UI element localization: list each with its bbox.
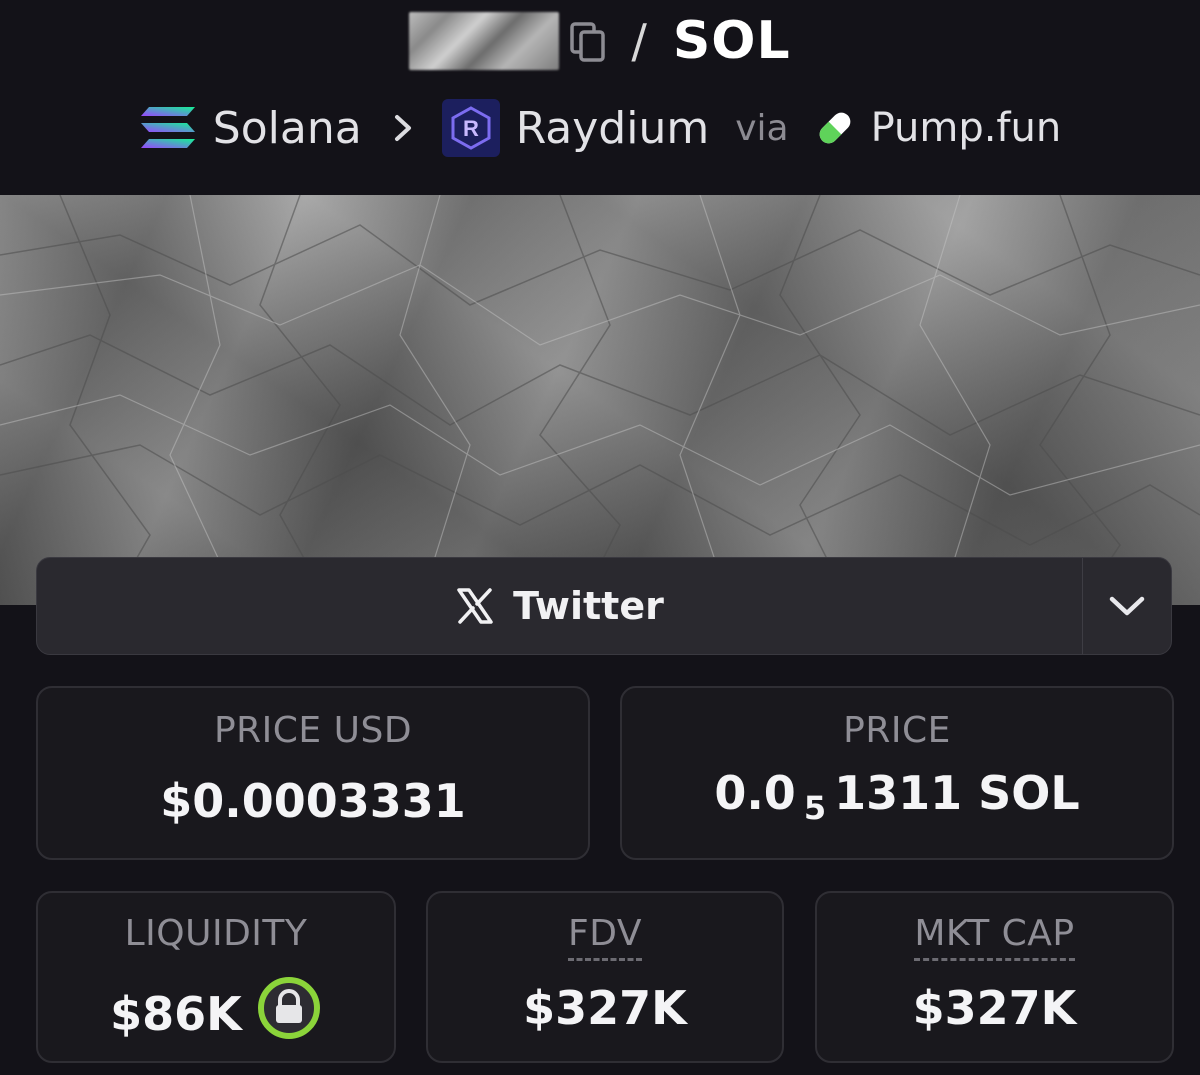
x-logo-icon [457, 588, 493, 624]
liquidity-card: LIQUIDITY $86K [36, 891, 396, 1063]
social-links-bar: Twitter [36, 557, 1172, 655]
token-name-redacted [409, 12, 560, 70]
solana-logo-icon [140, 107, 195, 148]
copy-icon[interactable] [565, 18, 611, 64]
token-page: / SOL Solana R Raydium via Pump.fun Twit… [0, 0, 1200, 1075]
launchpad-name[interactable]: Pump.fun [871, 105, 1062, 151]
fdv-label[interactable]: FDV [568, 913, 642, 961]
dex-name[interactable]: Raydium [516, 103, 710, 154]
liquidity-value: $86K [110, 987, 242, 1041]
chain-breadcrumb: Solana R Raydium via Pump.fun [0, 96, 1200, 160]
svg-text:R: R [463, 116, 479, 141]
via-label: via [735, 107, 789, 149]
lock-icon[interactable] [256, 975, 322, 1052]
token-banner-image [0, 195, 1200, 605]
price-native-card: PRICE 0.0 5 1311 SOL [620, 686, 1174, 860]
price-usd-card: PRICE USD $0.0003331 [36, 686, 590, 860]
social-dropdown-button[interactable] [1082, 558, 1171, 654]
price-prefix: 0.0 [714, 766, 796, 820]
pair-separator: / [631, 14, 647, 68]
token-header: / SOL Solana R Raydium via Pump.fun [0, 0, 1200, 195]
mktcap-value: $327K [912, 981, 1077, 1035]
chevron-down-icon [1109, 596, 1145, 616]
chevron-right-icon [392, 113, 414, 143]
mktcap-label[interactable]: MKT CAP [914, 913, 1075, 961]
price-native-label: PRICE [843, 710, 951, 751]
fdv-value: $327K [523, 981, 687, 1035]
twitter-button[interactable]: Twitter [37, 558, 1082, 654]
mktcap-label-wrap: MKT CAP [817, 913, 1172, 961]
quote-symbol: SOL [672, 11, 791, 71]
price-usd-label: PRICE USD [213, 710, 413, 751]
fdv-card: FDV $327K [426, 891, 784, 1063]
pill-icon [819, 112, 850, 144]
price-zero-count: 5 [803, 789, 827, 827]
pair-title: / SOL [0, 8, 1200, 74]
price-digits: 1311 SOL [834, 766, 1080, 820]
price-usd-value: $0.0003331 [160, 774, 466, 828]
twitter-label: Twitter [513, 584, 664, 628]
chain-name[interactable]: Solana [213, 103, 362, 154]
fdv-label-wrap: FDV [428, 913, 782, 961]
price-native-value: 0.0 5 1311 SOL [622, 766, 1172, 827]
liquidity-label: LIQUIDITY [124, 913, 308, 954]
raydium-logo-icon: R [441, 99, 500, 157]
liquidity-value-row: $86K [38, 977, 394, 1056]
mktcap-card: MKT CAP $327K [815, 891, 1174, 1063]
